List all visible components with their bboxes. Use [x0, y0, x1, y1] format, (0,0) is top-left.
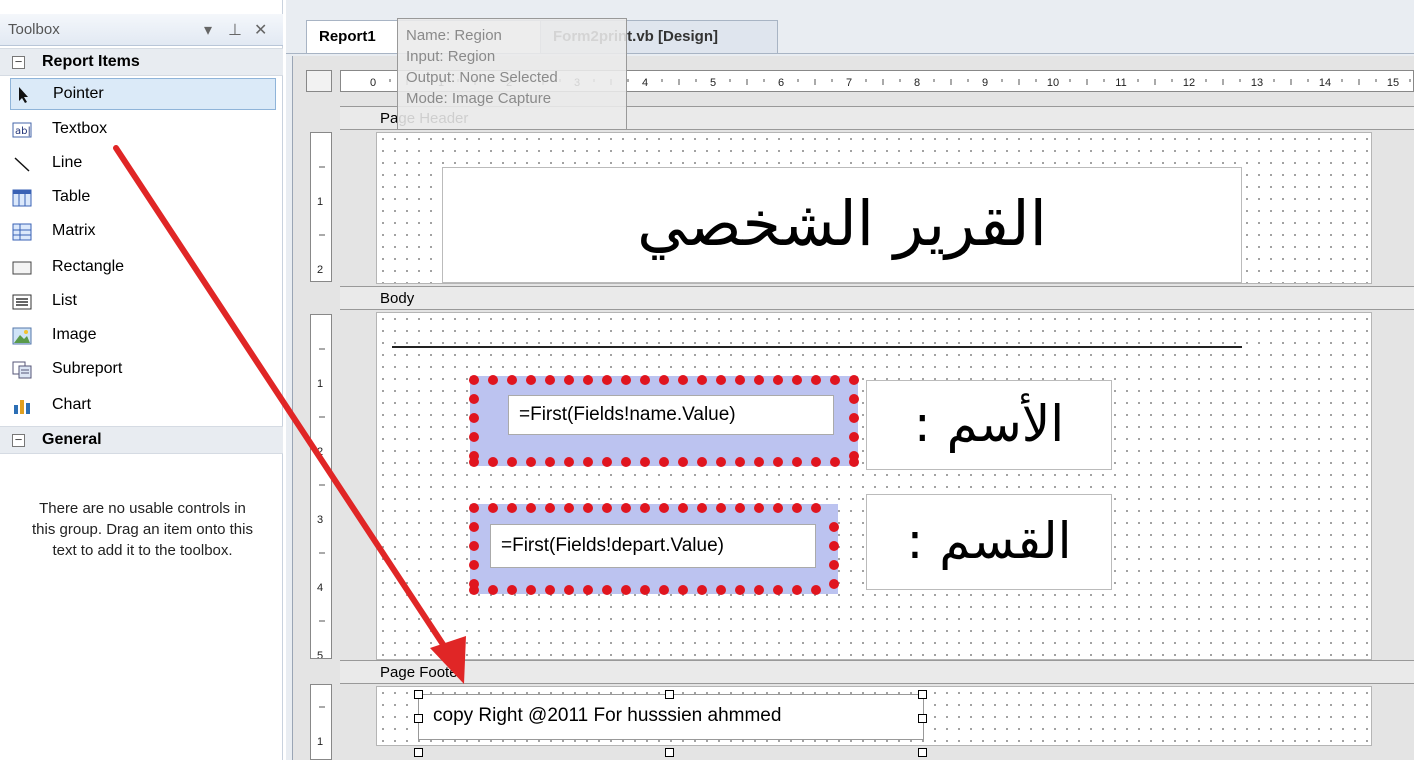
tool-pointer[interactable]: Pointer: [10, 78, 276, 110]
ruler-tick-label: 15: [1387, 77, 1399, 89]
tool-label: Chart: [52, 396, 92, 413]
image-icon: [12, 327, 32, 345]
ruler-tick-label: 9: [982, 77, 988, 89]
toolbox-panel: Toolbox ▾ ⊥ ✕ − Report Items Pointer ab|…: [0, 0, 283, 760]
ruler-tick-label: 4: [317, 582, 323, 594]
ruler-tick-label: 7: [846, 77, 852, 89]
collapse-icon[interactable]: −: [12, 55, 25, 69]
tool-label: Table: [52, 188, 91, 205]
tool-table[interactable]: Table: [10, 182, 276, 214]
tooltip-line: Mode: Image Capture: [406, 90, 552, 107]
group-general[interactable]: − General: [0, 426, 283, 454]
ruler-tick-label: 0: [370, 77, 376, 89]
resize-handle[interactable]: [665, 690, 674, 699]
resize-handle[interactable]: [414, 748, 423, 757]
chart-icon: [14, 400, 30, 414]
tool-label: Matrix: [52, 222, 96, 239]
dropdown-icon[interactable]: ▾: [204, 20, 212, 40]
subreport-icon: [12, 361, 32, 379]
tool-label: List: [52, 292, 77, 309]
tooltip-line: Name: Region: [406, 27, 502, 44]
tool-image[interactable]: Image: [10, 320, 276, 352]
section-page-footer[interactable]: Page Footer: [340, 660, 1414, 684]
ruler-tick-label: 1: [317, 736, 323, 748]
close-icon[interactable]: ✕: [254, 20, 267, 40]
tool-label: Subreport: [52, 360, 123, 377]
ruler-tick-label: 5: [710, 77, 716, 89]
vertical-ruler-header: 12: [310, 132, 332, 282]
depart-field-textbox[interactable]: =First(Fields!depart.Value): [490, 524, 816, 568]
ruler-tick-label: 11: [1115, 77, 1126, 89]
section-label: Page Footer: [380, 664, 463, 681]
ruler-tick-label: 1: [317, 378, 323, 390]
ruler-tick-label: 13: [1251, 77, 1263, 89]
vertical-ruler-body: 1 2 3 4 5: [310, 314, 332, 659]
pin-icon[interactable]: ⊥: [228, 20, 242, 40]
toolbox-header: Toolbox ▾ ⊥ ✕: [0, 14, 283, 46]
tool-label: Textbox: [52, 120, 108, 137]
tool-rectangle[interactable]: Rectangle: [10, 252, 276, 284]
ruler-tick-label: 6: [778, 77, 784, 89]
group-label: General: [42, 431, 102, 448]
ruler-tick-label: 2: [317, 446, 323, 458]
ruler-tick-label: 12: [1183, 77, 1195, 89]
table-icon: [12, 189, 32, 207]
ruler-tick-label: 3: [317, 514, 323, 526]
section-body[interactable]: Body: [340, 286, 1414, 310]
ruler-tick-label: 14: [1319, 77, 1331, 89]
group-label: Report Items: [42, 53, 140, 70]
ruler-tick-label: 4: [642, 77, 648, 89]
tooltip-line: Input: Region: [406, 48, 496, 65]
depart-label-textbox[interactable]: القسم :: [866, 494, 1112, 590]
pointer-icon: [19, 87, 28, 103]
capture-tooltip: Name: Region Input: Region Output: None …: [397, 18, 627, 130]
tool-list[interactable]: List: [10, 286, 276, 318]
collapse-icon[interactable]: −: [12, 433, 25, 447]
resize-handle[interactable]: [665, 748, 674, 757]
ruler-tick-label: 2: [317, 264, 323, 276]
list-icon: [12, 294, 32, 310]
empty-group-message: There are no usable controls in this gro…: [32, 500, 253, 559]
tool-label: Rectangle: [52, 258, 125, 275]
tool-label: Pointer: [53, 85, 104, 102]
ruler-tick-label: 1: [317, 196, 323, 208]
line-icon: [14, 157, 30, 172]
footer-textbox[interactable]: copy Right @2011 For husssien ahmmed: [418, 694, 924, 740]
resize-handle[interactable]: [918, 690, 927, 699]
ruler-tick-label: 5: [317, 650, 323, 659]
tool-line[interactable]: Line: [10, 148, 276, 180]
tool-textbox[interactable]: ab| Textbox: [10, 114, 276, 146]
tool-subreport[interactable]: Subreport: [10, 354, 276, 386]
ruler-corner: [306, 70, 332, 92]
separator-line[interactable]: [392, 346, 1242, 348]
svg-text:ab|: ab|: [15, 126, 31, 137]
name-label-textbox[interactable]: الأسم :: [866, 380, 1112, 470]
textbox-icon: ab|: [12, 122, 32, 138]
tooltip-line: Output: None Selected: [406, 69, 558, 86]
tool-matrix[interactable]: Matrix: [10, 216, 276, 248]
vertical-ruler-footer: 1: [310, 684, 332, 760]
tool-label: Line: [52, 154, 83, 171]
toolbox-title: Toolbox: [8, 21, 60, 38]
resize-handle[interactable]: [918, 714, 927, 723]
tool-chart[interactable]: Chart: [10, 390, 276, 422]
tool-label: Image: [52, 326, 97, 343]
resize-handle[interactable]: [918, 748, 927, 757]
resize-handle[interactable]: [414, 690, 423, 699]
rectangle-icon: [12, 261, 32, 275]
body-canvas[interactable]: [376, 312, 1372, 660]
name-field-textbox[interactable]: =First(Fields!name.Value): [508, 395, 834, 435]
matrix-icon: [12, 223, 32, 241]
ruler-tick-label: 8: [914, 77, 920, 89]
ruler-tick-label: 10: [1047, 77, 1059, 89]
report-title-textbox[interactable]: القرير الشخصي: [442, 167, 1242, 283]
section-label: Body: [380, 290, 415, 307]
group-report-items[interactable]: − Report Items: [0, 48, 283, 76]
resize-handle[interactable]: [414, 714, 423, 723]
